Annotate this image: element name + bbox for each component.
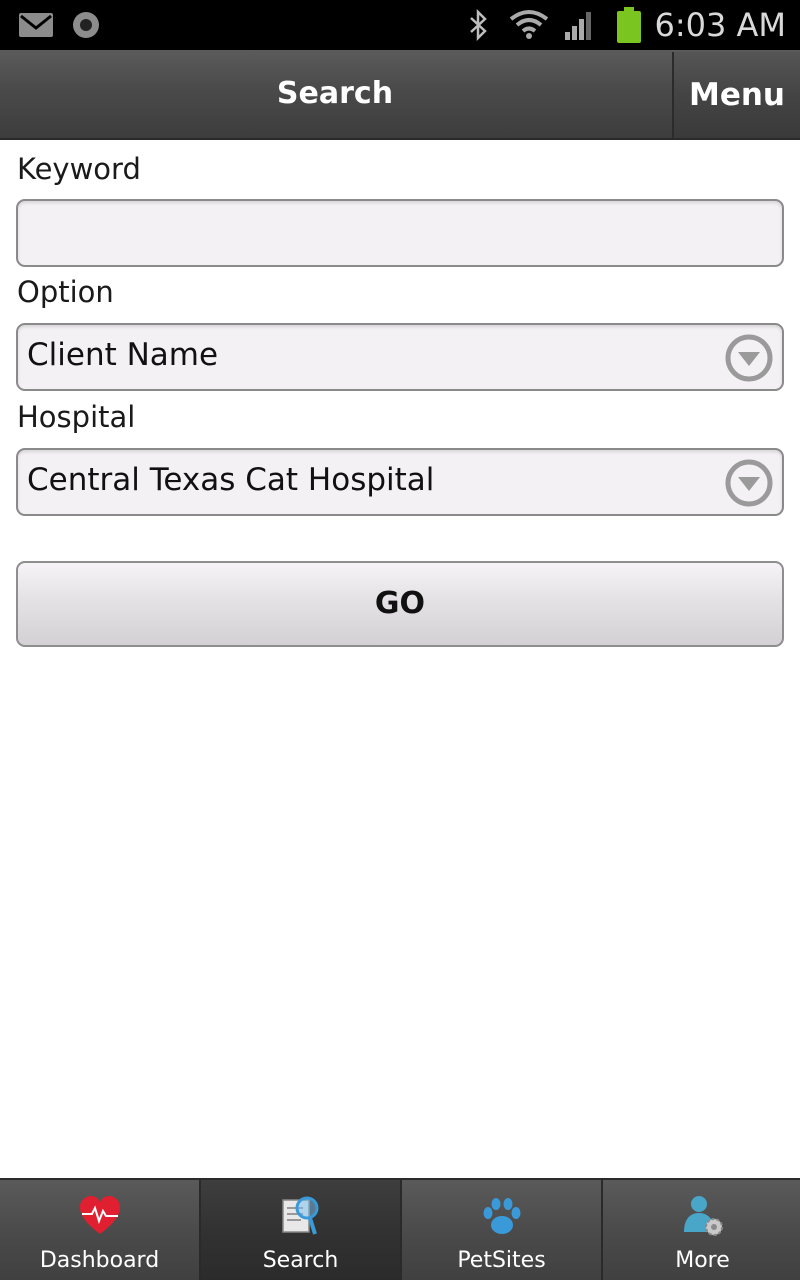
title-bar: Search Menu bbox=[0, 50, 800, 140]
paw-icon bbox=[483, 1198, 521, 1234]
hospital-label: Hospital bbox=[17, 400, 136, 434]
status-bar: 6:03 AM bbox=[0, 0, 800, 50]
tab-label: Search bbox=[262, 1248, 339, 1273]
keyword-label: Keyword bbox=[17, 152, 141, 186]
option-select-value: Client Name bbox=[27, 337, 219, 373]
user-settings-icon bbox=[684, 1196, 723, 1236]
tab-dashboard[interactable]: Dashboard bbox=[0, 1180, 199, 1280]
keyword-input[interactable] bbox=[16, 199, 784, 267]
option-label: Option bbox=[17, 275, 114, 309]
battery-icon bbox=[617, 7, 641, 43]
tab-more[interactable]: More bbox=[603, 1180, 800, 1280]
signal-icon bbox=[565, 12, 591, 40]
bluetooth-icon bbox=[470, 9, 487, 41]
chevron-down-icon bbox=[725, 334, 773, 382]
record-icon bbox=[73, 12, 99, 38]
option-select[interactable]: Client Name bbox=[16, 323, 784, 391]
chevron-down-icon bbox=[725, 459, 773, 507]
tab-label: Dashboard bbox=[39, 1248, 160, 1273]
page-title: Search bbox=[276, 76, 394, 111]
tab-search[interactable]: Search bbox=[201, 1180, 400, 1280]
menu-button[interactable]: Menu bbox=[672, 52, 800, 138]
tab-label: PetSites bbox=[457, 1248, 546, 1273]
heart-pulse-icon bbox=[80, 1196, 120, 1234]
gmail-icon bbox=[19, 13, 53, 37]
bottom-tab-bar: Dashboard Search PetSites More bbox=[0, 1178, 800, 1280]
hospital-select-value: Central Texas Cat Hospital bbox=[27, 462, 435, 498]
search-document-icon bbox=[282, 1196, 319, 1235]
tab-petsites[interactable]: PetSites bbox=[402, 1180, 601, 1280]
hospital-select[interactable]: Central Texas Cat Hospital bbox=[16, 448, 784, 516]
wifi-icon bbox=[509, 10, 549, 39]
go-button[interactable]: GO bbox=[16, 561, 784, 647]
clock: 6:03 AM bbox=[654, 6, 786, 44]
tab-label: More bbox=[675, 1248, 730, 1273]
